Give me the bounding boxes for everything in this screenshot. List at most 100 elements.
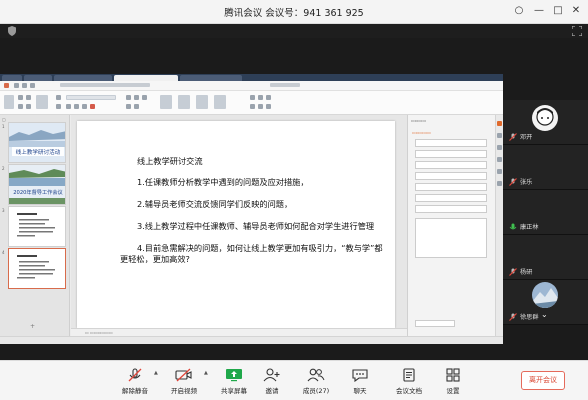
- pane-field[interactable]: [415, 205, 487, 213]
- shape-icon[interactable]: [178, 95, 190, 109]
- bold-icon[interactable]: [66, 104, 71, 109]
- participant-name: 徐思群: [520, 314, 539, 321]
- notes-placeholder: ▭ ▭▭▭▭▭▭: [85, 330, 113, 335]
- meeting-docs-label: 会议文档: [396, 387, 422, 395]
- ribbon-icon[interactable]: [266, 95, 271, 100]
- invite-button[interactable]: 邀请: [252, 365, 292, 399]
- participant-tile[interactable]: 杨研: [503, 235, 588, 280]
- underline-icon[interactable]: [82, 104, 87, 109]
- menu-icon[interactable]: [22, 83, 27, 88]
- collapse-chevron-icon[interactable]: ⌄: [541, 310, 548, 319]
- menu-icon[interactable]: [14, 83, 19, 88]
- align-icon[interactable]: [142, 95, 147, 100]
- pane-icon[interactable]: [497, 121, 502, 126]
- unmute-button[interactable]: 解除静音: [115, 365, 155, 399]
- camera-off-icon: [175, 368, 192, 382]
- ribbon-icon[interactable]: [258, 95, 263, 100]
- pane-icon[interactable]: [497, 133, 502, 138]
- ribbon-icon[interactable]: [18, 104, 23, 109]
- ribbon-icon[interactable]: [250, 95, 255, 100]
- align-icon[interactable]: [126, 104, 131, 109]
- members-button[interactable]: 成员(27): [296, 365, 336, 399]
- pane-field[interactable]: [415, 161, 487, 169]
- minimize-icon[interactable]: —: [532, 4, 546, 18]
- chat-label: 聊天: [353, 387, 367, 395]
- italic-icon[interactable]: [74, 104, 79, 109]
- thumb-number: 1: [2, 124, 5, 129]
- pane-field[interactable]: [415, 172, 487, 180]
- slide-thumbnail-1[interactable]: 线上教学研讨活动: [8, 122, 66, 163]
- shield-icon[interactable]: [8, 26, 16, 36]
- panel-tab[interactable]: ▢: [2, 117, 6, 122]
- align-icon[interactable]: [126, 95, 131, 100]
- ribbon-icon[interactable]: [250, 104, 255, 109]
- participant-list: 邓开 张乐 › 康正林 杨研 徐思群 ⌄: [503, 100, 588, 325]
- share-screen-button[interactable]: 共享屏幕: [214, 365, 254, 399]
- pin-icon[interactable]: ○: [512, 4, 526, 18]
- participant-tile[interactable]: 康正林: [503, 190, 588, 235]
- ribbon-icon[interactable]: [56, 104, 61, 109]
- slide-thumbnail-4[interactable]: [8, 248, 66, 289]
- font-color-icon[interactable]: [90, 104, 95, 109]
- participant-name: 杨研: [520, 269, 533, 276]
- ribbon-icon[interactable]: [258, 104, 263, 109]
- members-label: 成员(27): [302, 387, 330, 395]
- notes-bar[interactable]: ▭ ▭▭▭▭▭▭: [71, 328, 407, 336]
- arrange-icon[interactable]: [196, 95, 208, 109]
- pane-icon[interactable]: [497, 145, 502, 150]
- pane-field[interactable]: [415, 139, 487, 147]
- participant-tile[interactable]: 邓开: [503, 100, 588, 145]
- pane-icon[interactable]: [497, 181, 502, 186]
- audio-options-caret-icon[interactable]: ▲: [154, 370, 158, 376]
- current-slide[interactable]: 线上教学研讨交流 1.任课教师分析教学中遇到的问题及应对措施， 2.辅导员老师交…: [77, 121, 395, 328]
- animation-list[interactable]: [415, 218, 487, 258]
- wps-ribbon: [0, 91, 503, 115]
- settings-button[interactable]: 设置: [433, 365, 473, 399]
- ribbon-icon[interactable]: [18, 95, 23, 100]
- participant-tile[interactable]: 张乐: [503, 145, 588, 190]
- meeting-docs-button[interactable]: 会议文档: [389, 365, 429, 399]
- style-icon[interactable]: [214, 95, 226, 109]
- wps-status-bar: [0, 336, 503, 344]
- avatar: [532, 105, 558, 131]
- pane-icon[interactable]: [497, 169, 502, 174]
- leave-meeting-button[interactable]: 离开会议: [521, 371, 565, 390]
- close-icon[interactable]: ✕: [569, 4, 583, 18]
- avatar: [532, 282, 558, 308]
- ribbon-icon[interactable]: [26, 104, 31, 109]
- pane-field[interactable]: [415, 194, 487, 202]
- ribbon-icon[interactable]: [56, 95, 61, 100]
- mic-muted-icon: [509, 268, 517, 276]
- ribbon-icon[interactable]: [266, 104, 271, 109]
- slide-thumbnail-3[interactable]: [8, 206, 66, 247]
- document-icon: [403, 368, 415, 382]
- ribbon-tabs[interactable]: [270, 83, 300, 87]
- mic-active-icon: [509, 223, 517, 230]
- add-slide-icon[interactable]: +: [30, 323, 35, 330]
- slide-line-2: 2.辅导员老师交流反馈同学们反映的问题，: [137, 199, 293, 209]
- chat-icon: [352, 369, 368, 382]
- new-slide-icon[interactable]: [36, 95, 48, 109]
- video-options-caret-icon[interactable]: ▲: [204, 370, 208, 376]
- participant-tile[interactable]: 徐思群 ⌄: [503, 280, 588, 325]
- pane-icon[interactable]: [497, 157, 502, 162]
- fullscreen-icon[interactable]: [572, 26, 582, 36]
- textbox-icon[interactable]: [160, 95, 172, 109]
- title-bar: 腾讯会议 会议号：941 361 925 ○ — □ ✕: [0, 0, 588, 24]
- paste-icon[interactable]: [4, 95, 14, 109]
- start-video-button[interactable]: 开启视频: [164, 365, 204, 399]
- wps-app-icon[interactable]: [4, 83, 9, 88]
- align-icon[interactable]: [134, 104, 139, 109]
- ribbon-icon[interactable]: [26, 95, 31, 100]
- menu-icon[interactable]: [30, 83, 35, 88]
- maximize-icon[interactable]: □: [551, 4, 565, 18]
- start-video-label: 开启视频: [171, 387, 197, 395]
- pane-button[interactable]: [415, 320, 455, 327]
- chat-button[interactable]: 聊天: [340, 365, 380, 399]
- align-icon[interactable]: [134, 95, 139, 100]
- ribbon-tabs[interactable]: [60, 83, 150, 87]
- slide-thumbnail-2[interactable]: 2020年督导工作会议: [8, 164, 66, 205]
- pane-field[interactable]: [415, 183, 487, 191]
- font-select[interactable]: [66, 95, 116, 100]
- pane-field[interactable]: [415, 150, 487, 158]
